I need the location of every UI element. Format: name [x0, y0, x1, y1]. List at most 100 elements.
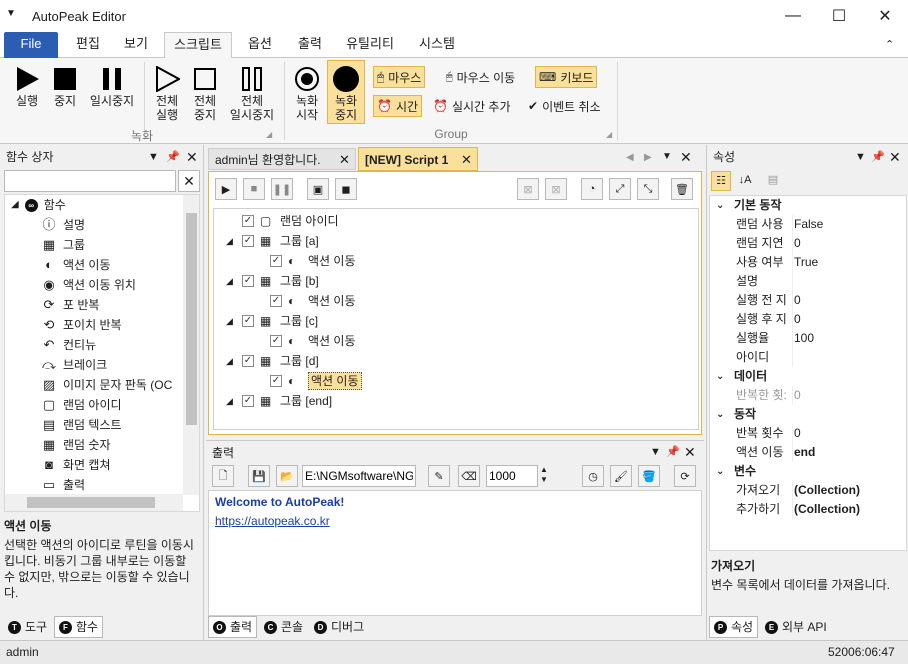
property-category[interactable]: ⌄ 동작 — [710, 405, 906, 424]
property-row[interactable]: 반복 횟수 0 — [710, 424, 906, 443]
chevron-down-icon[interactable]: ⌄ — [716, 367, 724, 386]
close-button[interactable]: ✕ — [862, 0, 908, 32]
chevron-down-icon[interactable]: ⌄ — [716, 196, 724, 215]
property-category[interactable]: ⌄ 기본 동작 — [710, 196, 906, 215]
panel-close-icon[interactable]: ✕ — [684, 444, 696, 461]
enable-checkbox[interactable]: ✓ — [270, 295, 282, 307]
record-start-button[interactable]: 녹화 시작 — [290, 64, 324, 122]
tab-utility[interactable]: 유틸리티 — [338, 32, 402, 58]
doc-tab-script1[interactable]: [NEW] Script 1 ✕ — [358, 147, 478, 171]
property-row[interactable]: 실행 후 지0 — [710, 310, 906, 329]
disable-button[interactable]: ⊠ — [517, 178, 539, 200]
tab-scroll-left-icon[interactable]: ◀ — [626, 152, 634, 163]
script-group-node[interactable]: ◢ ✓ ▦ 그룹 [b] — [226, 271, 319, 291]
eraser-button[interactable]: ⌫ — [458, 465, 480, 487]
file-menu-button[interactable]: File — [4, 32, 58, 58]
property-row[interactable]: 랜덤 사용 False — [710, 215, 906, 234]
script-action-node[interactable]: ✓ ◐ 액션 이동 — [254, 291, 356, 311]
pin-icon[interactable]: 📌 — [666, 445, 680, 458]
script-action-node[interactable]: ✓ ◐ 액션 이동 — [254, 331, 356, 351]
quick-access-menu-icon[interactable]: ▼ — [6, 8, 16, 19]
function-item[interactable]: ◙ 화면 캡쳐 — [41, 455, 110, 475]
script-pause-button[interactable]: ❚❚ — [271, 178, 293, 200]
delete-button[interactable]: 🗑 — [671, 178, 693, 200]
run-button[interactable]: 실행 — [8, 64, 46, 108]
maximize-button[interactable]: ☐ — [816, 0, 862, 32]
enable-checkbox[interactable]: ✓ — [242, 355, 254, 367]
collapse-ribbon-icon[interactable]: ⌃ — [885, 38, 894, 51]
run-all-button[interactable]: 전체 실행 — [148, 64, 186, 122]
mouse-move-toggle[interactable]: 🖱 마우스 이동 — [443, 66, 518, 88]
refresh-button[interactable]: ⟳ — [674, 465, 696, 487]
scrollbar-thumb[interactable] — [186, 213, 197, 425]
property-row[interactable]: 랜덤 지연 0 — [710, 234, 906, 253]
expand-arrow-icon[interactable]: ◢ — [226, 271, 236, 291]
panel-dropdown-icon[interactable]: ▼ — [855, 151, 866, 163]
function-item[interactable]: ⟲ 포이치 반복 — [41, 315, 122, 335]
script-action-node[interactable]: ✓ ▢ 랜덤 아이디 — [226, 211, 339, 231]
property-row[interactable]: 사용 여부 True — [710, 253, 906, 272]
tab-scroll-right-icon[interactable]: ▶ — [644, 152, 652, 163]
tab-edit[interactable]: 편집 — [68, 32, 108, 58]
minimize-button[interactable]: — — [770, 0, 816, 32]
save-button[interactable]: 💾 — [248, 465, 270, 487]
categorized-view-icon[interactable]: ☷ — [711, 171, 731, 191]
function-item[interactable]: ▢ 랜덤 아이디 — [41, 395, 122, 415]
output-path-input[interactable] — [302, 465, 416, 487]
property-row[interactable]: 실행율 100 — [710, 329, 906, 348]
property-row[interactable]: 아이디 — [710, 348, 906, 367]
panel-dropdown-icon[interactable]: ▼ — [148, 151, 159, 163]
doc-tab-close-icon[interactable]: ✕ — [339, 149, 350, 171]
vertical-scrollbar[interactable] — [183, 195, 199, 495]
tab-tools[interactable]: T 도구 — [4, 616, 51, 638]
output-new-button[interactable]: 🗋 — [212, 465, 234, 487]
panel-close-icon[interactable]: ✕ — [889, 149, 901, 166]
tab-script[interactable]: 스크립트 — [164, 32, 232, 59]
function-item[interactable]: ▦ 랜덤 숫자 — [41, 435, 111, 455]
property-pages-icon[interactable]: ▤ — [763, 171, 783, 191]
enable-checkbox[interactable]: ✓ — [270, 255, 282, 267]
enable-button[interactable]: ⊠ — [545, 178, 567, 200]
property-row[interactable]: 추가하기 (Collection) — [710, 500, 906, 519]
property-row[interactable]: 액션 이동 end — [710, 443, 906, 462]
function-item[interactable]: ▨ 이미지 문자 판독 (OC — [41, 375, 172, 395]
tab-functions[interactable]: F 함수 — [54, 616, 104, 638]
chevron-down-icon[interactable]: ⌄ — [716, 462, 724, 481]
tab-external-api[interactable]: E 외부 API — [761, 616, 831, 638]
record-stop-button[interactable]: 녹화 중지 — [327, 60, 365, 124]
property-row[interactable]: 반복한 횟: 0 — [710, 386, 906, 405]
horizontal-scrollbar[interactable] — [5, 494, 183, 511]
hscroll-thumb[interactable] — [27, 497, 155, 508]
enable-checkbox[interactable]: ✓ — [242, 315, 254, 327]
chevron-down-icon[interactable]: ⌄ — [716, 405, 724, 424]
mouse-record-toggle[interactable]: 🖱 마우스 — [373, 66, 426, 88]
script-stop-button[interactable]: ■ — [243, 178, 265, 200]
expand-all-button[interactable]: ⤢ — [609, 178, 631, 200]
tab-output[interactable]: 출력 — [290, 32, 330, 58]
realtime-add-toggle[interactable]: ⏰ 실시간 추가 — [430, 95, 514, 117]
function-item[interactable]: ◐ 액션 이동 — [41, 255, 110, 275]
output-count-input[interactable] — [486, 465, 538, 487]
timer-button[interactable]: ◔ — [581, 178, 603, 200]
function-item[interactable]: ▤ 랜덤 텍스트 — [41, 415, 122, 435]
enable-checkbox[interactable]: ✓ — [270, 335, 282, 347]
enable-checkbox[interactable]: ✓ — [242, 235, 254, 247]
pause-button[interactable]: 일시중지 — [84, 64, 140, 108]
event-cancel-toggle[interactable]: ✔ 이벤트 취소 — [525, 95, 604, 117]
tab-list-icon[interactable]: ▼ — [662, 151, 672, 162]
function-item[interactable]: ▦ 그룹 — [41, 235, 85, 255]
step-over-button[interactable]: ▣ — [307, 178, 329, 200]
clock-button[interactable]: ◷ — [582, 465, 604, 487]
expand-arrow-icon[interactable]: ◢ — [226, 391, 236, 411]
property-row[interactable]: 가져오기 (Collection) — [710, 481, 906, 500]
tab-output-log[interactable]: O 출력 — [208, 616, 258, 638]
pin-icon[interactable]: 📌 — [166, 150, 180, 163]
doc-tab-welcome[interactable]: admin님 환영합니다. ✕ — [208, 148, 356, 170]
output-line-link[interactable]: https://autopeak.co.kr — [215, 512, 695, 531]
enable-checkbox[interactable]: ✓ — [270, 375, 282, 387]
script-group-node[interactable]: ◢ ✓ ▦ 그룹 [c] — [226, 311, 318, 331]
property-row[interactable]: 실행 전 지0 — [710, 291, 906, 310]
function-item[interactable]: ⟳ 포 반복 — [41, 295, 100, 315]
tab-console[interactable]: C 콘솔 — [260, 616, 307, 638]
script-action-node[interactable]: ✓ ◐ 액션 이동 — [254, 251, 356, 271]
